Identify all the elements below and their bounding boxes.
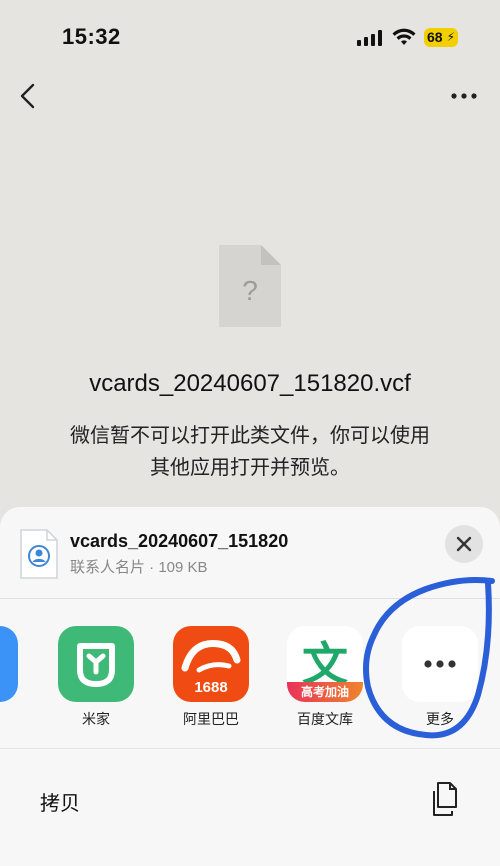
cellular-signal-icon	[357, 30, 382, 46]
share-sheet: vcards_20240607_151820 联系人名片 · 109 KB 米家	[0, 507, 500, 866]
next-action-partial[interactable]	[0, 849, 500, 866]
app-label: 阿里巴巴	[183, 711, 239, 727]
close-button[interactable]	[445, 525, 483, 563]
notice-line-1: 微信暂不可以打开此类文件，你可以使用	[70, 425, 430, 447]
back-button[interactable]	[14, 80, 44, 112]
share-file-title: vcards_20240607_151820	[70, 531, 289, 551]
more-options-button[interactable]	[448, 85, 480, 107]
unsupported-notice: 微信暂不可以打开此类文件，你可以使用 其他应用打开并预览。	[40, 420, 460, 484]
charging-icon: ⚡	[446, 30, 455, 44]
app-label: 米家	[82, 711, 110, 727]
copy-action[interactable]: 拷贝	[0, 749, 500, 849]
share-apps-row[interactable]: 米家 1688 阿里巴巴 文 高考加油 百度文库 更多	[0, 599, 500, 749]
wenku-badge: 高考加油	[287, 682, 363, 702]
unknown-file-icon: ?	[219, 245, 281, 327]
mijia-icon	[58, 626, 134, 702]
app-more[interactable]: 更多	[401, 626, 479, 729]
alibaba-1688-icon: 1688	[173, 626, 249, 702]
battery-level: 68	[427, 29, 443, 45]
notice-line-2: 其他应用打开并预览。	[150, 457, 350, 479]
app-baidu-wenku[interactable]: 文 高考加油 百度文库	[286, 626, 364, 729]
share-sheet-header: vcards_20240607_151820 联系人名片 · 109 KB	[0, 507, 500, 599]
question-mark-glyph: ?	[242, 275, 258, 306]
close-icon	[456, 536, 472, 552]
copy-label: 拷贝	[40, 793, 80, 815]
file-name: vcards_20240607_151820.vcf	[89, 370, 411, 397]
app-label: 更多	[426, 711, 454, 727]
contact-card-file-icon	[20, 529, 58, 579]
baidu-wenku-icon: 文 高考加油	[287, 626, 363, 702]
app-label: 百度文库	[297, 711, 353, 727]
status-bar: 15:32 68 ⚡	[0, 0, 500, 70]
more-apps-icon	[402, 626, 478, 702]
copy-icon	[433, 782, 457, 816]
alibaba-icon-text: 1688	[194, 679, 228, 696]
status-time: 15:32	[62, 24, 121, 49]
battery-indicator: 68 ⚡	[424, 28, 458, 47]
app-mijia[interactable]: 米家	[57, 626, 135, 729]
wifi-icon	[392, 28, 416, 45]
share-file-subtitle: 联系人名片 · 109 KB	[70, 559, 208, 576]
app-alibaba[interactable]: 1688 阿里巴巴	[172, 626, 250, 729]
partial-app-icon[interactable]	[0, 626, 18, 702]
